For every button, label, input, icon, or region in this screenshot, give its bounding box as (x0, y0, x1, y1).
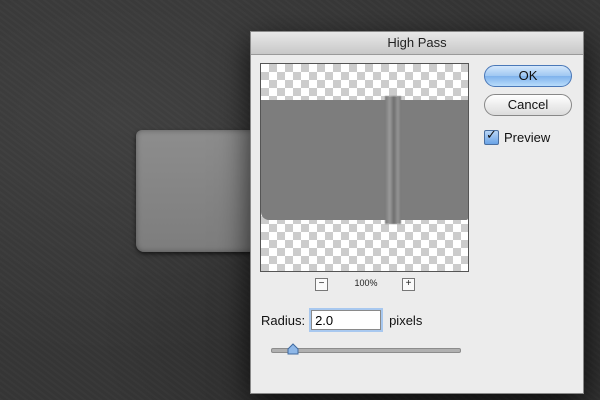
radius-label: Radius: (261, 312, 306, 328)
zoom-in-button[interactable]: + (402, 278, 415, 291)
radius-input[interactable] (311, 310, 382, 330)
preview-toggle[interactable]: Preview (484, 128, 551, 145)
tape-layer (136, 130, 266, 252)
ok-button[interactable]: OK (484, 65, 572, 87)
high-pass-dialog: High Pass − 100% + OK Cancel Preview Rad… (250, 31, 584, 394)
preview-label: Preview (504, 129, 551, 145)
preview-tape (261, 100, 468, 220)
dialog-title: High Pass (251, 32, 583, 55)
radius-slider-thumb[interactable] (287, 343, 299, 355)
radius-slider[interactable] (271, 343, 461, 355)
radius-unit: pixels (389, 312, 423, 328)
zoom-controls: − 100% + (311, 278, 421, 292)
preview-checkbox[interactable] (484, 128, 499, 145)
preview-seam (385, 96, 401, 224)
cancel-button[interactable]: Cancel (484, 94, 572, 116)
filter-preview[interactable] (260, 63, 469, 272)
radius-row: Radius: pixels (261, 310, 422, 330)
